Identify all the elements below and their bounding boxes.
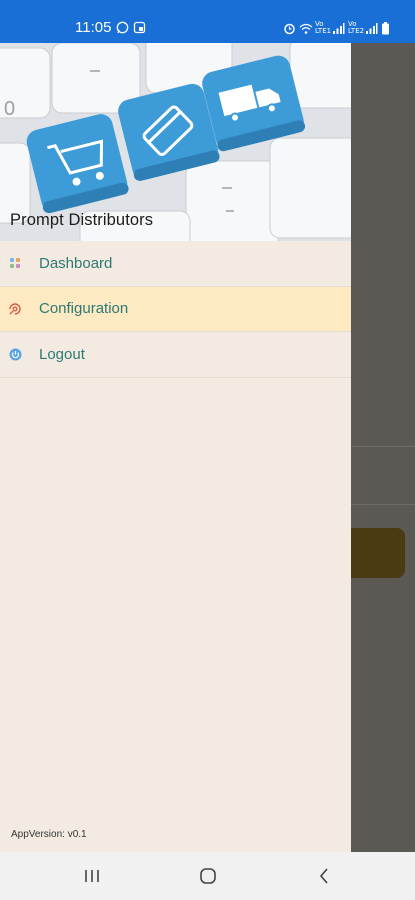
wifi-icon bbox=[299, 22, 313, 35]
back-icon[interactable] bbox=[313, 866, 335, 886]
menu-item-label: Dashboard bbox=[39, 254, 113, 272]
menu-item-label: Logout bbox=[39, 345, 85, 363]
drawer-header: 0 Prompt Distributors bbox=[0, 43, 351, 241]
power-icon bbox=[8, 347, 22, 361]
navigation-drawer: 0 Prompt Distributors Dashboard Configur… bbox=[0, 43, 351, 852]
home-icon[interactable] bbox=[197, 866, 219, 886]
message-icon bbox=[133, 21, 146, 34]
signal-icon bbox=[332, 22, 345, 35]
volte-label-2: Vo LTE2 bbox=[348, 20, 365, 35]
drawer-menu: Dashboard Configuration Logout bbox=[0, 241, 351, 378]
background-divider bbox=[351, 504, 415, 505]
background-divider bbox=[351, 446, 415, 447]
volte-label-1: Vo LTE1 bbox=[315, 20, 332, 35]
whatsapp-icon bbox=[116, 21, 129, 34]
background-button bbox=[345, 528, 405, 578]
menu-item-logout[interactable]: Logout bbox=[0, 332, 351, 378]
dashboard-icon bbox=[8, 256, 22, 270]
menu-item-dashboard[interactable]: Dashboard bbox=[0, 241, 351, 287]
drawer-header-title: Prompt Distributors bbox=[10, 211, 154, 229]
battery-icon bbox=[381, 21, 394, 35]
svg-text:0: 0 bbox=[4, 98, 15, 120]
alarm-icon bbox=[283, 22, 296, 35]
recent-apps-icon[interactable] bbox=[81, 866, 103, 886]
settings-icon bbox=[8, 302, 22, 316]
status-time: 11:05 bbox=[75, 19, 112, 36]
status-bar: 11:05 Vo LTE1 Vo LTE2 bbox=[0, 0, 415, 43]
system-navigation-bar bbox=[0, 852, 415, 900]
app-version-text: AppVersion: v0.1 bbox=[11, 829, 87, 840]
menu-item-label: Configuration bbox=[39, 300, 129, 318]
signal-icon bbox=[365, 22, 378, 35]
menu-item-configuration[interactable]: Configuration bbox=[0, 286, 351, 332]
